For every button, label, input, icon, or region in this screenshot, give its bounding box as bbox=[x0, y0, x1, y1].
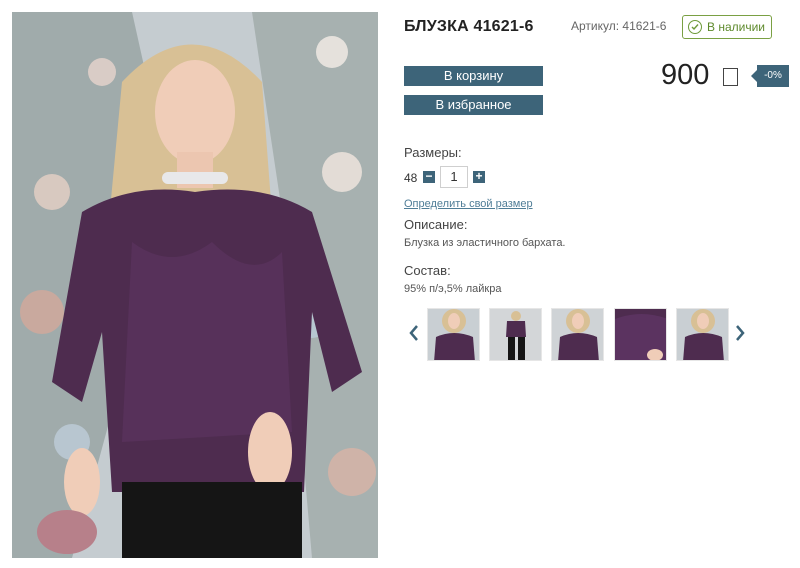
stock-status-badge: В наличии bbox=[682, 15, 772, 39]
chevron-left-icon[interactable] bbox=[408, 324, 420, 342]
article-number: Артикул: 41621-6 bbox=[571, 19, 667, 33]
quantity-decrease-button[interactable]: − bbox=[423, 170, 435, 183]
size-value: 48 bbox=[404, 171, 418, 185]
composition-text: 95% п/э,5% лайкра bbox=[404, 283, 502, 295]
ruble-box-icon bbox=[723, 68, 738, 86]
sizes-label: Размеры: bbox=[404, 145, 462, 160]
thumbnail-2[interactable] bbox=[489, 308, 542, 361]
add-to-cart-button[interactable]: В корзину bbox=[404, 66, 543, 86]
thumbnail-4[interactable] bbox=[614, 308, 667, 361]
description-label: Описание: bbox=[404, 217, 468, 232]
product-title: БЛУЗКА 41621-6 bbox=[404, 18, 534, 35]
discount-badge: -0% bbox=[751, 65, 789, 87]
add-to-favorites-button[interactable]: В избранное bbox=[404, 95, 543, 115]
composition-label: Состав: bbox=[404, 263, 451, 278]
check-circle-icon bbox=[688, 20, 702, 34]
price: 900 bbox=[661, 59, 710, 91]
stock-status-label: В наличии bbox=[707, 20, 766, 34]
thumbnail-5[interactable] bbox=[676, 308, 729, 361]
thumbnail-3[interactable] bbox=[551, 308, 604, 361]
quantity-input[interactable]: 1 bbox=[440, 166, 468, 188]
determine-size-link[interactable]: Определить свой размер bbox=[404, 198, 533, 210]
thumbnail-1[interactable] bbox=[427, 308, 480, 361]
chevron-right-icon[interactable] bbox=[734, 324, 746, 342]
quantity-increase-button[interactable]: + bbox=[473, 170, 485, 183]
main-product-photo[interactable] bbox=[12, 12, 378, 558]
description-text: Блузка из эластичного бархата. bbox=[404, 237, 566, 249]
